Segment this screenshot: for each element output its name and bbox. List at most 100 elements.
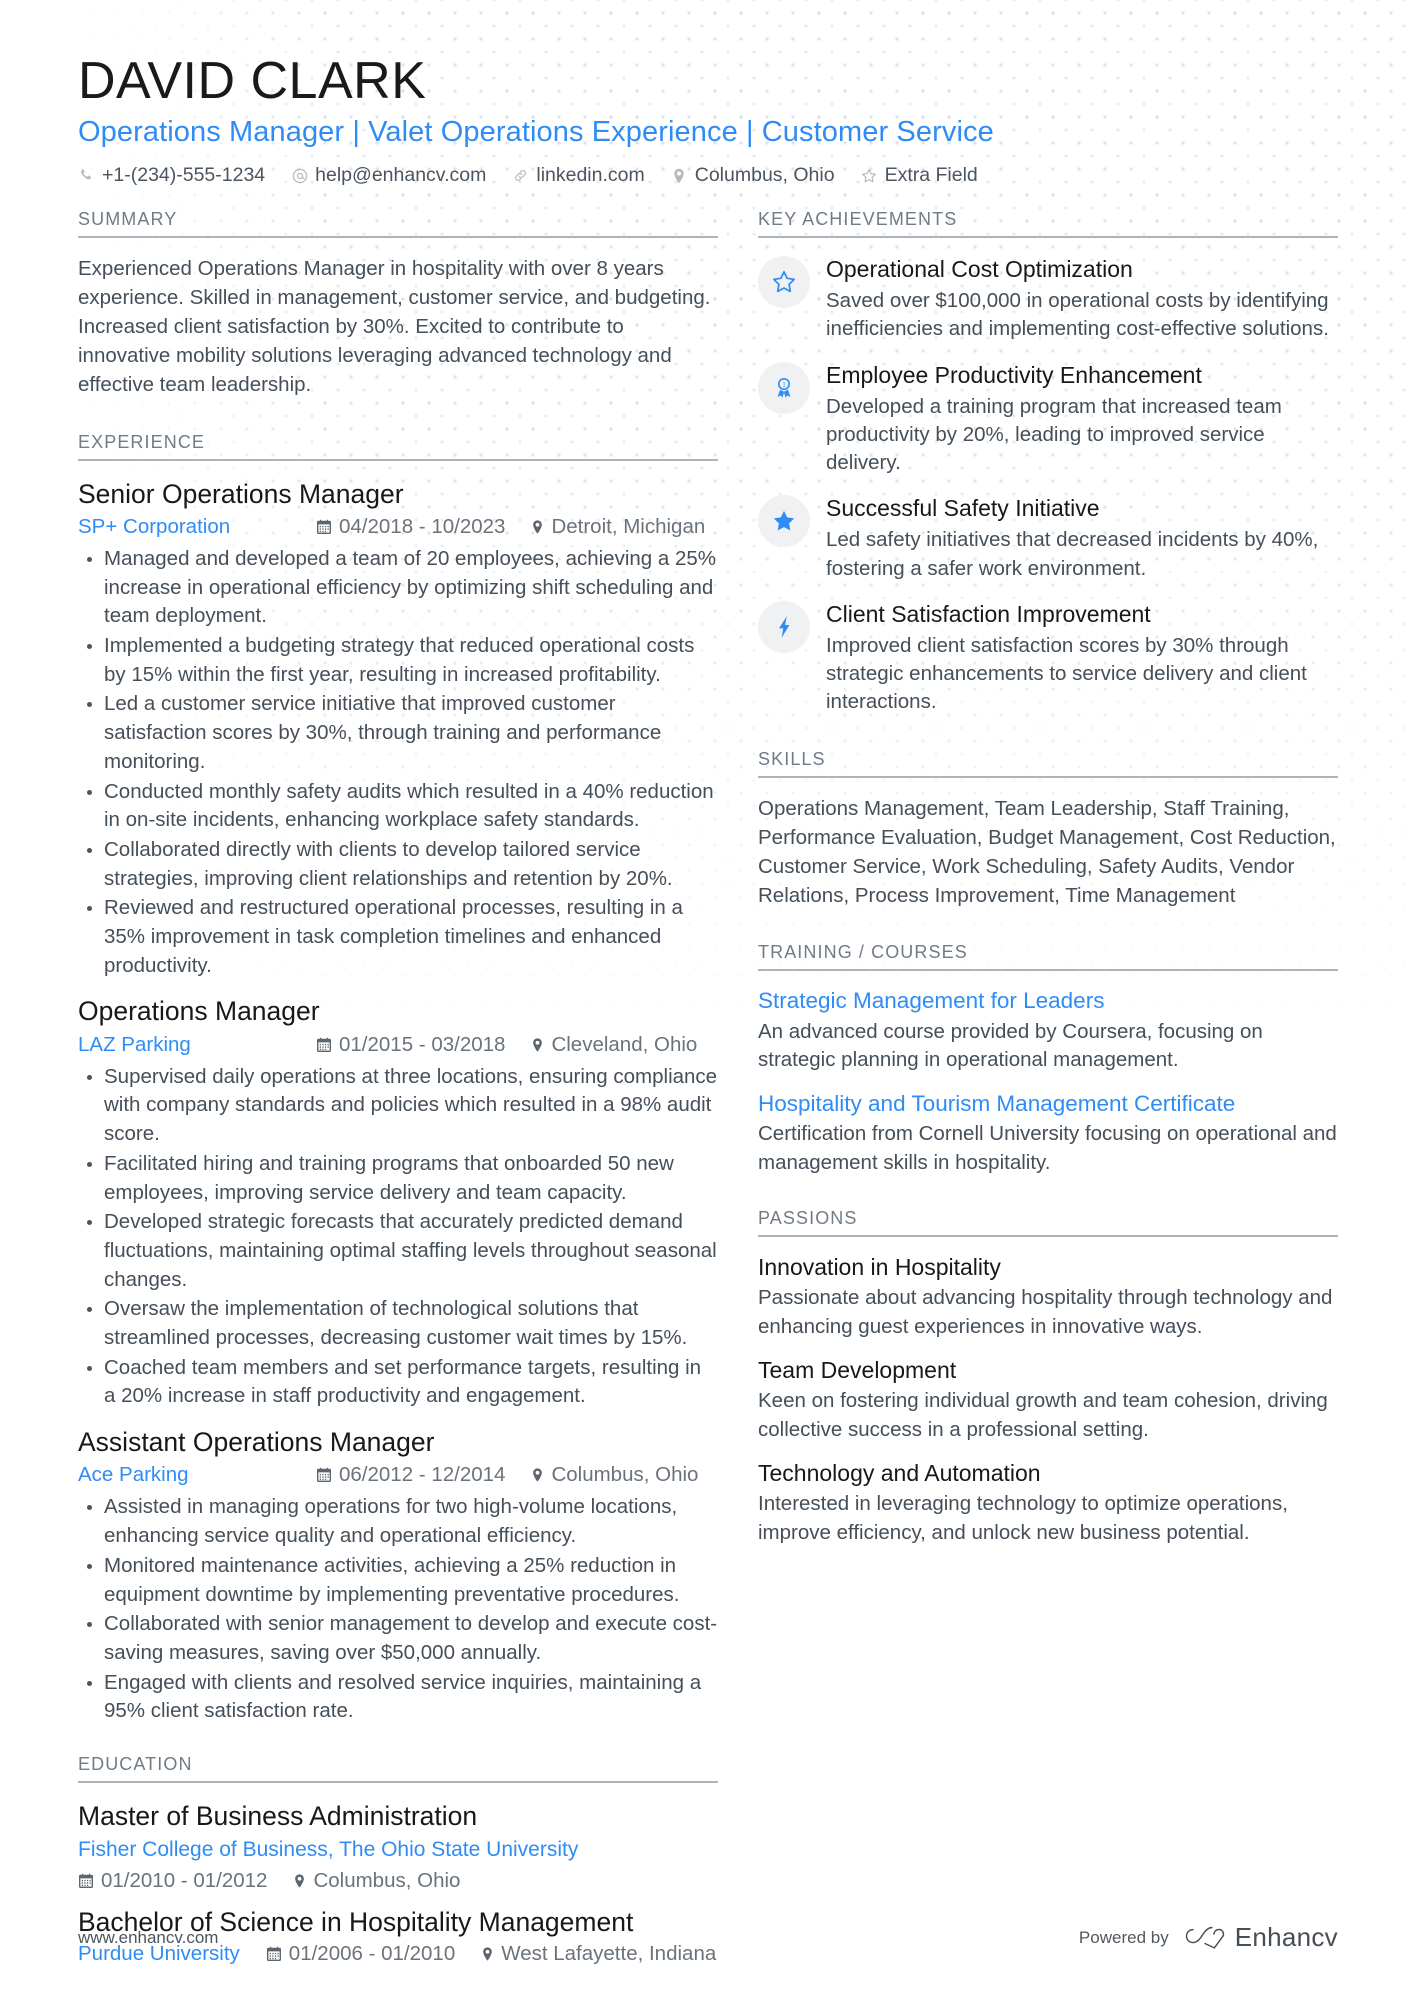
section-rule [758,236,1338,239]
section-title-key-achievements: KEY ACHIEVEMENTS [758,209,958,230]
link-icon [512,166,529,185]
bullet-item: Supervised daily operations at three loc… [78,1063,718,1149]
calendar-icon [316,1467,332,1483]
email-icon [291,166,308,185]
contact-email: help@enhancv.com [291,164,486,187]
experience-location: Cleveland, Ohio [531,1033,697,1057]
achievement-title: Client Satisfaction Improvement [826,600,1151,627]
resume-footer: www.enhancv.com Powered by Enhancv [0,1880,1410,1995]
experience-company[interactable]: SP+ Corporation [78,515,316,539]
star-icon [861,166,878,185]
svg-text:1: 1 [782,382,786,388]
achievement-body: Operational Cost Optimization Saved over… [826,254,1338,344]
candidate-headline: Operations Manager | Valet Operations Ex… [78,115,994,148]
passion-desc: Interested in leveraging technology to o… [758,1492,1288,1544]
achievement-item: 1 Employee Productivity Enhancement Deve… [758,360,1338,478]
experience-bullets: Assisted in managing operations for two … [78,1493,718,1726]
experience-entry: Assistant Operations Manager Ace Parking… [78,1425,718,1726]
passion-entry: Team Development Keen on fostering indiv… [758,1356,1338,1444]
education-entry: Master of Business Administration Fisher… [78,1799,718,1893]
training-desc: An advanced course provided by Coursera,… [758,1019,1263,1072]
section-rule [758,775,1338,778]
experience-dates-text: 06/2012 - 12/2014 [339,1463,506,1487]
training-name[interactable]: Hospitality and Tourism Management Certi… [758,1090,1338,1119]
location-icon [671,166,688,185]
experience-dates-text: 04/2018 - 10/2023 [339,515,506,539]
contact-extra-field-text: Extra Field [884,164,978,187]
section-title-skills: SKILLS [758,748,826,769]
bullet-item: Oversaw the implementation of technologi… [78,1295,718,1352]
section-experience: EXPERIENCE Senior Operations Manager SP+… [78,432,718,1726]
experience-location: Columbus, Ohio [531,1463,698,1487]
bullet-item: Collaborated directly with clients to de… [78,836,718,893]
resume-content: DAVID CLARK Operations Manager | Valet O… [0,0,1410,1978]
medal-icon: 1 [772,376,796,400]
lightning-bolt-icon [773,615,795,639]
section-title-summary: SUMMARY [78,209,178,230]
contact-link[interactable]: linkedin.com [512,164,645,187]
location-icon [531,1037,544,1053]
section-key-achievements: KEY ACHIEVEMENTS Operational Cost Optimi… [758,209,1338,717]
footer-url[interactable]: www.enhancv.com [78,1928,218,1948]
education-degree: Master of Business Administration [78,1800,478,1831]
bullet-item: Assisted in managing operations for two … [78,1493,718,1550]
experience-company[interactable]: Ace Parking [78,1463,316,1487]
contact-phone-text: +1-(234)-555-1234 [102,164,266,187]
section-title-passions: PASSIONS [758,1207,858,1228]
achievement-title: Employee Productivity Enhancement [826,361,1202,388]
experience-location-text: Cleveland, Ohio [551,1032,698,1056]
summary-text: Experienced Operations Manager in hospit… [78,257,711,397]
experience-role: Operations Manager [78,996,320,1027]
bullet-item: Coached team members and set performance… [78,1354,718,1411]
achievement-item: Client Satisfaction Improvement Improved… [758,599,1338,717]
training-name[interactable]: Strategic Management for Leaders [758,987,1338,1016]
achievement-title: Successful Safety Initiative [826,495,1100,522]
contact-extra-field: Extra Field [861,164,978,187]
contact-link-text: linkedin.com [536,164,645,187]
resume-page: DAVID CLARK Operations Manager | Valet O… [0,0,1410,1995]
section-title-training: TRAINING / COURSES [758,942,968,963]
contact-phone: +1-(234)-555-1234 [78,164,265,187]
experience-dates: 04/2018 - 10/2023 [316,515,505,539]
experience-company[interactable]: LAZ Parking [78,1033,316,1057]
left-column: SUMMARY Experienced Operations Manager i… [78,209,718,1978]
section-training: TRAINING / COURSES Strategic Management … [758,942,1338,1177]
bullet-item: Implemented a budgeting strategy that re… [78,632,718,689]
bullet-item: Reviewed and restructured operational pr… [78,894,718,980]
achievement-badge [758,256,810,309]
bullet-item: Developed strategic forecasts that accur… [78,1208,718,1294]
location-icon [531,519,544,535]
experience-entry: Operations Manager LAZ Parking 01/2015 -… [78,994,718,1411]
experience-meta: LAZ Parking 01/2015 - 03/2018 Cleveland,… [78,1033,718,1057]
achievement-badge [758,495,810,548]
phone-icon [78,166,95,185]
achievement-body: Employee Productivity Enhancement Develo… [826,360,1338,478]
achievement-body: Successful Safety Initiative Led safety … [826,493,1338,583]
skills-text: Operations Management, Team Leadership, … [758,796,1336,908]
contact-row: +1-(234)-555-1234 help@enhancv.com linke… [78,164,1338,187]
bullet-item: Managed and developed a team of 20 emplo… [78,545,718,631]
star-filled-icon [771,508,797,534]
section-rule [78,458,718,461]
passion-entry: Innovation in Hospitality Passionate abo… [758,1253,1338,1341]
experience-role: Senior Operations Manager [78,478,404,509]
achievement-desc: Developed a training program that increa… [826,394,1282,475]
passion-name: Innovation in Hospitality [758,1253,1001,1280]
section-title-education: EDUCATION [78,1753,193,1774]
brand-name: Enhancv [1234,1922,1338,1952]
resume-header: DAVID CLARK Operations Manager | Valet O… [78,52,1338,187]
section-rule [78,1780,718,1783]
candidate-name: DAVID CLARK [78,52,427,110]
achievement-badge: 1 [758,361,810,414]
experience-meta: Ace Parking 06/2012 - 12/2014 Columbus, … [78,1463,718,1487]
experience-meta: SP+ Corporation 04/2018 - 10/2023 Detroi… [78,515,718,539]
achievement-item: Successful Safety Initiative Led safety … [758,493,1338,583]
experience-dates-text: 01/2015 - 03/2018 [339,1032,506,1056]
education-school[interactable]: Fisher College of Business, The Ohio Sta… [78,1836,718,1864]
passion-name: Technology and Automation [758,1459,1041,1486]
passion-entry: Technology and Automation Interested in … [758,1459,1338,1547]
experience-dates: 06/2012 - 12/2014 [316,1463,505,1487]
passion-desc: Keen on fostering individual growth and … [758,1389,1328,1441]
powered-by-label: Powered by [1078,1927,1169,1947]
brand: Enhancv [1185,1922,1338,1953]
